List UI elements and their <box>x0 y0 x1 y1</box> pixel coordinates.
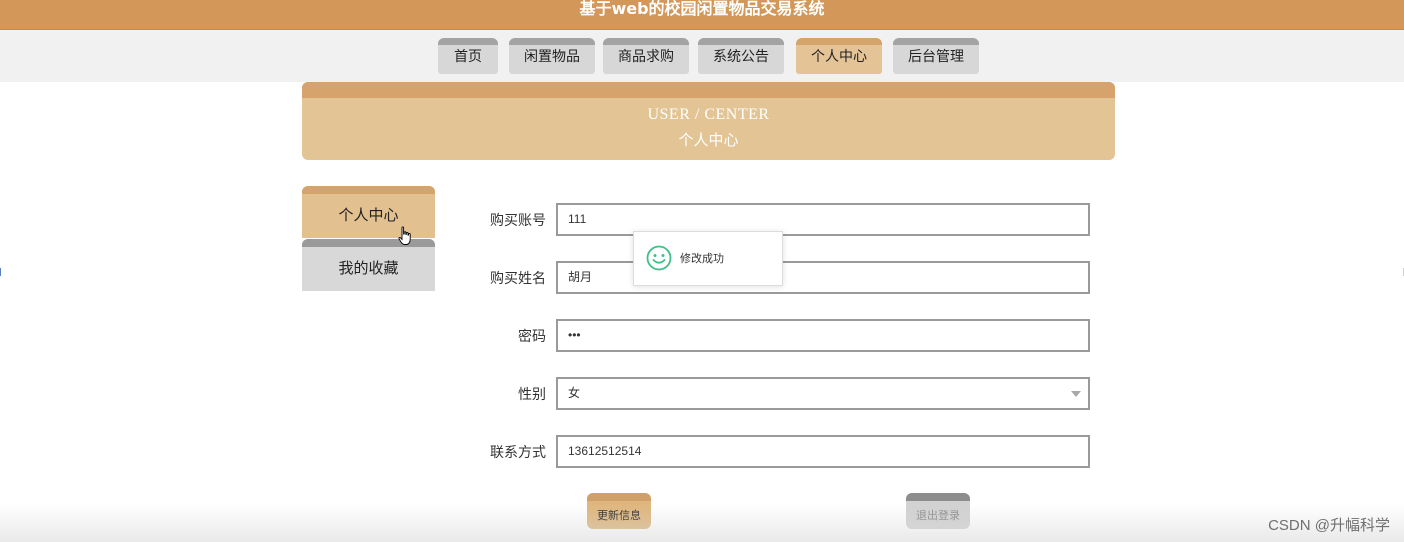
watermark: CSDN @升幅科学 <box>1268 517 1390 534</box>
toast-message: 修改成功 <box>680 252 724 265</box>
phone-label: 联系方式 <box>490 445 546 461</box>
success-toast: 修改成功 <box>633 231 783 286</box>
hand-cursor-icon <box>398 226 411 245</box>
nav-tab-user-center[interactable]: 个人中心 <box>796 38 882 74</box>
site-title: 基于web的校园闲置物品交易系统 <box>579 0 825 18</box>
password-input[interactable]: ••• <box>556 319 1090 352</box>
sidebar-item-user-center[interactable]: 个人中心 <box>302 186 435 238</box>
nav-tab-announcements[interactable]: 系统公告 <box>698 38 784 74</box>
gender-selected-value: 女 <box>568 386 581 400</box>
nav-tab-admin[interactable]: 后台管理 <box>893 38 979 74</box>
smiley-icon <box>646 245 672 271</box>
left-edge-marker <box>0 268 4 276</box>
right-edge-marker <box>1400 268 1404 276</box>
banner-top-strip <box>302 82 1115 98</box>
banner-title-en: USER / CENTER <box>647 106 770 123</box>
logout-button[interactable]: 退出登录 <box>906 493 970 529</box>
nav-tab-purchase-request[interactable]: 商品求购 <box>603 38 689 74</box>
gender-label: 性别 <box>518 387 546 403</box>
name-label: 购买姓名 <box>490 271 546 287</box>
chevron-down-icon <box>1071 391 1081 397</box>
nav-tab-idle-items[interactable]: 闲置物品 <box>509 38 595 74</box>
password-label: 密码 <box>518 329 546 345</box>
update-info-button[interactable]: 更新信息 <box>587 493 651 529</box>
account-label: 购买账号 <box>490 213 546 229</box>
nav-tab-home[interactable]: 首页 <box>438 38 498 74</box>
gender-select[interactable]: 女 <box>556 377 1090 410</box>
main-nav: 首页 闲置物品 商品求购 系统公告 个人中心 后台管理 <box>0 30 1404 82</box>
banner-title-cn: 个人中心 <box>678 131 739 149</box>
bottom-fade <box>0 504 1404 542</box>
top-header-bar: 基于web的校园闲置物品交易系统 <box>0 0 1404 30</box>
phone-input[interactable]: 13612512514 <box>556 435 1090 468</box>
sidebar-item-favorites[interactable]: 我的收藏 <box>302 239 435 291</box>
page-banner: USER / CENTER 个人中心 <box>302 82 1115 160</box>
